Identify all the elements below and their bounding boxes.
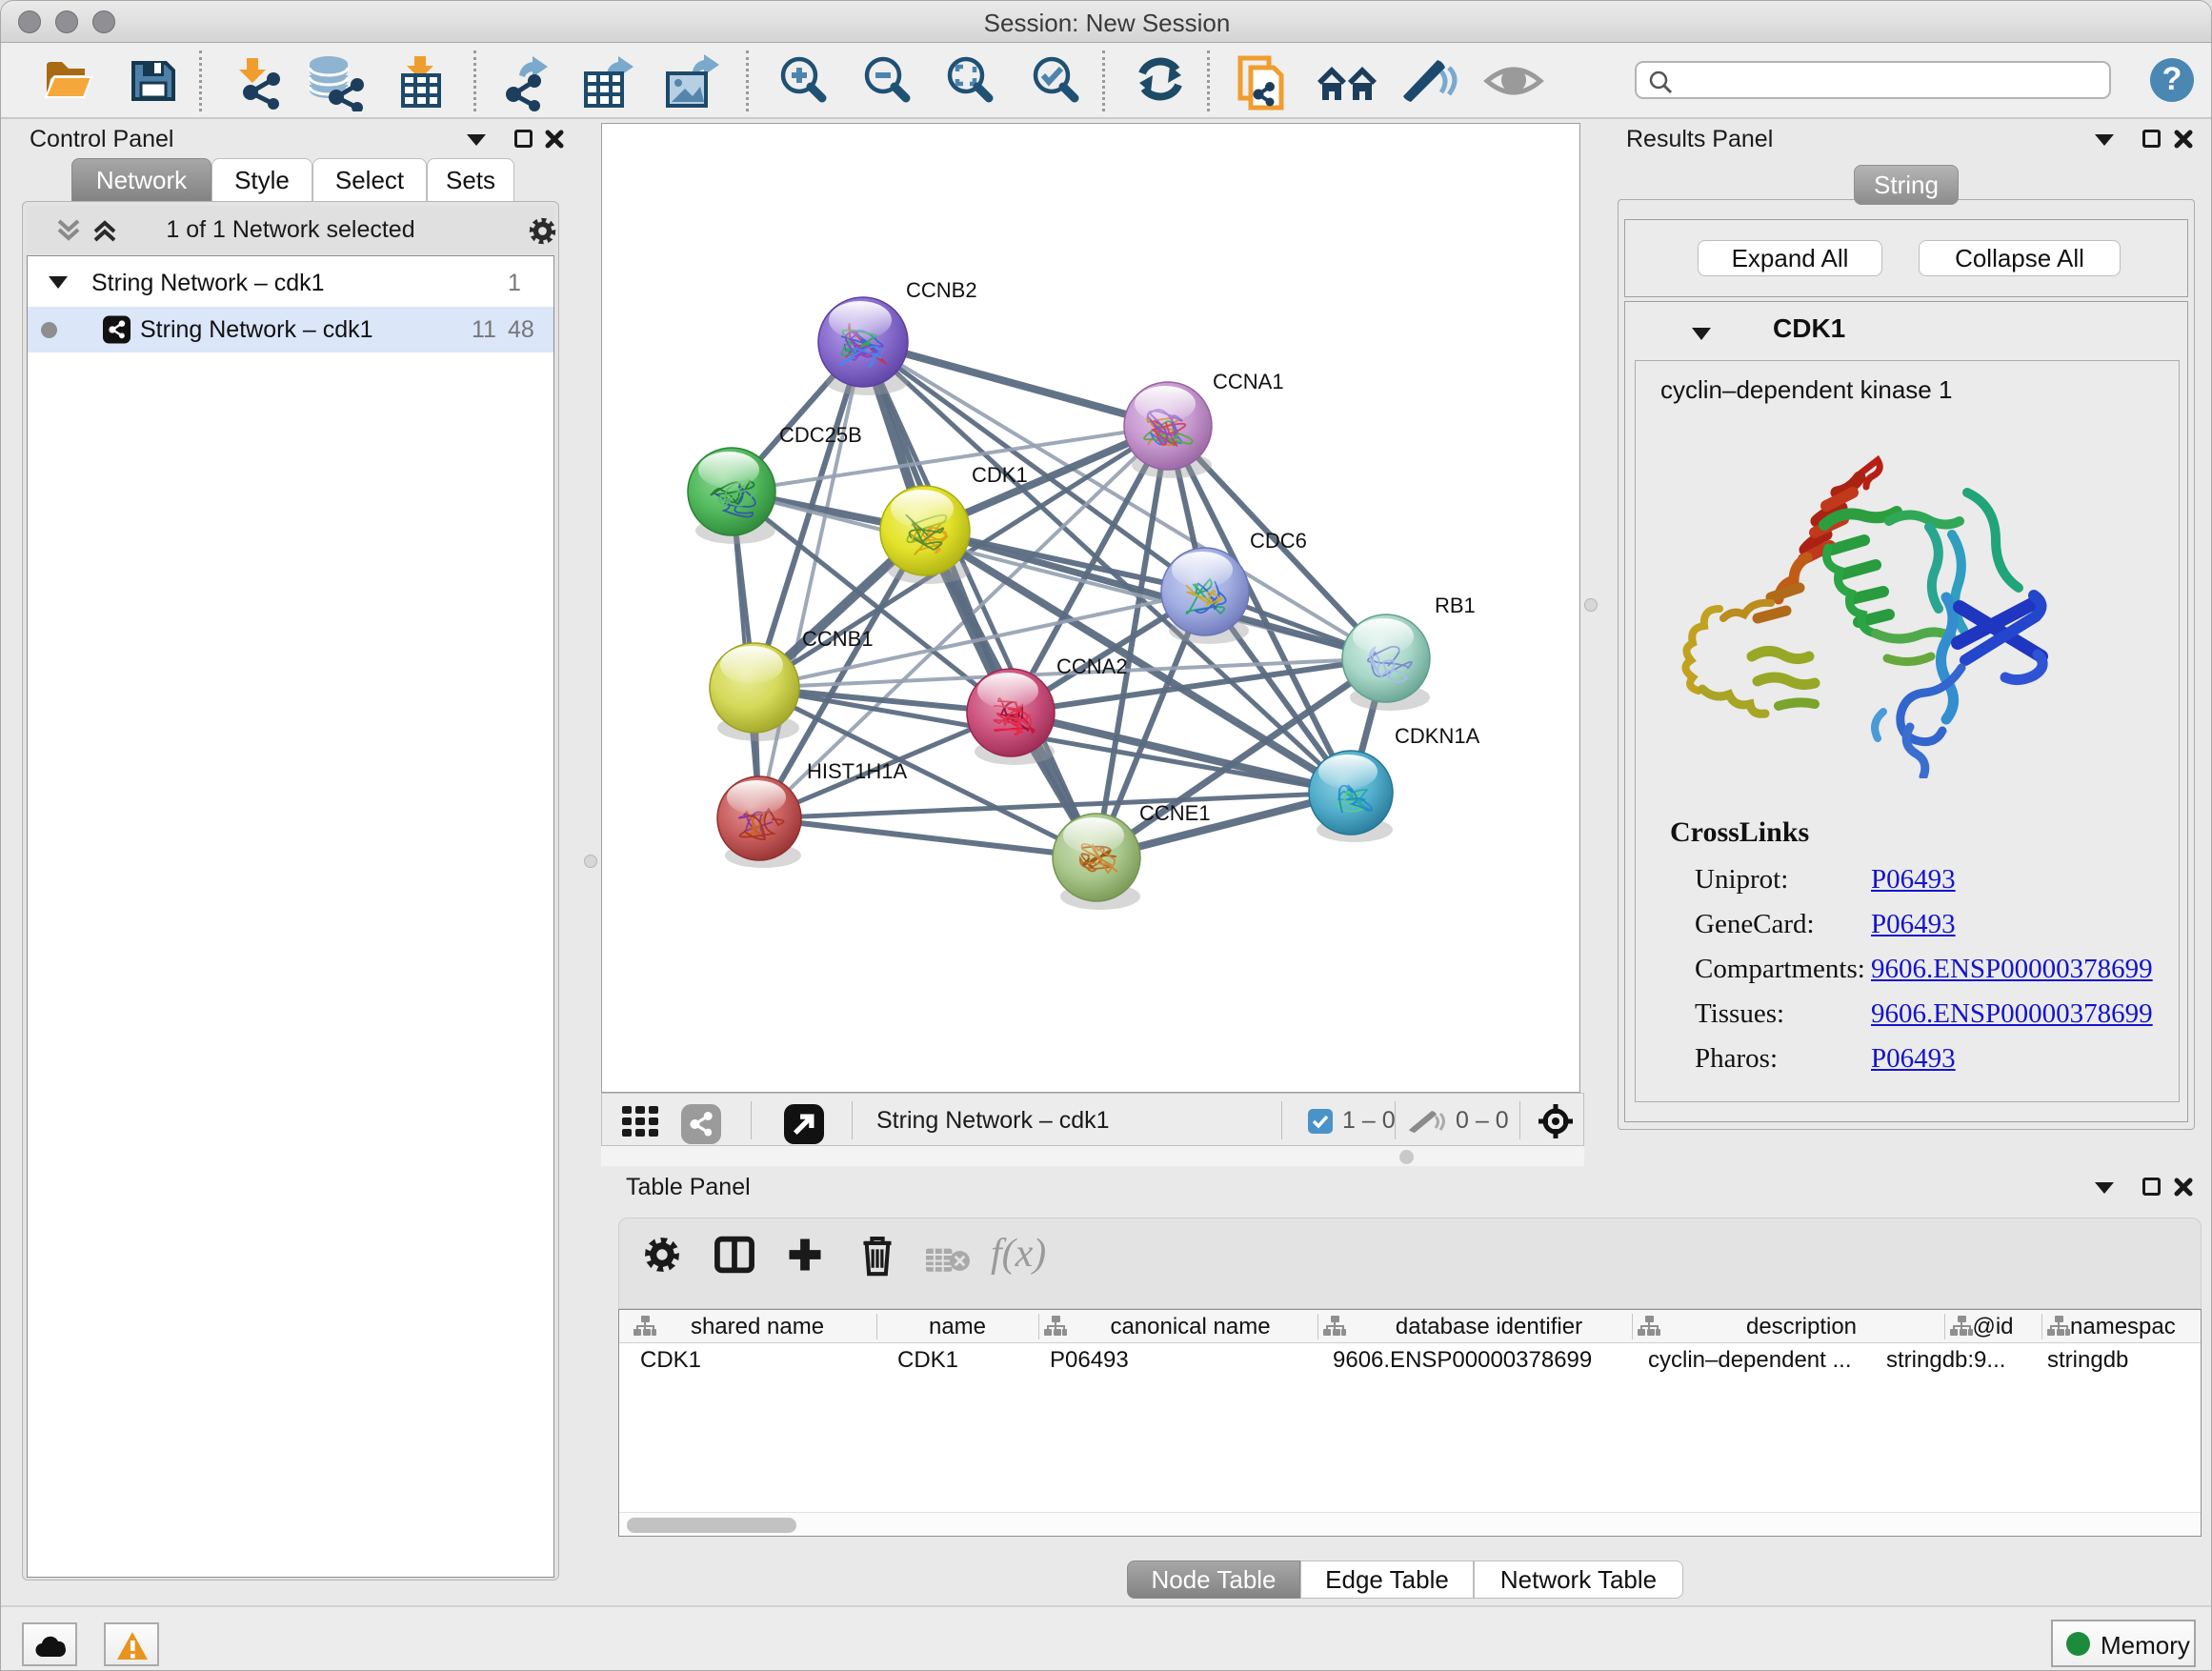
svg-text:CCNE1: CCNE1	[1139, 801, 1211, 825]
svg-text:?: ?	[2162, 61, 2182, 97]
svg-text:RB1: RB1	[1435, 594, 1476, 617]
svg-text:CDKN1A: CDKN1A	[1395, 724, 1480, 748]
svg-text:CDC25B: CDC25B	[779, 423, 862, 447]
svg-text:CCNA1: CCNA1	[1213, 370, 1284, 393]
svg-text:CCNB1: CCNB1	[802, 627, 874, 651]
svg-text:CCNA2: CCNA2	[1056, 654, 1128, 678]
svg-text:CDK1: CDK1	[972, 463, 1028, 487]
svg-text:HIST1H1A: HIST1H1A	[807, 759, 907, 783]
svg-text:CDC6: CDC6	[1250, 529, 1307, 553]
svg-text:CCNB2: CCNB2	[906, 278, 977, 302]
